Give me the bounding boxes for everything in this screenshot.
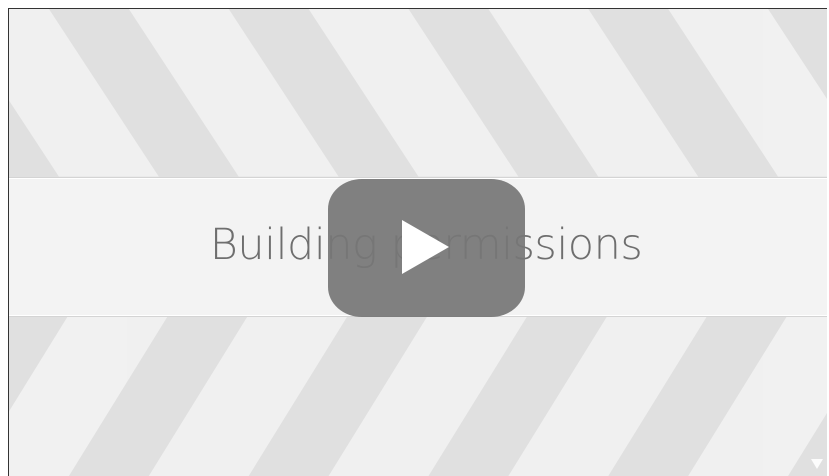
play-icon	[402, 220, 449, 274]
play-button[interactable]	[328, 179, 525, 317]
video-player[interactable]: Building permissions	[8, 8, 827, 476]
expand-triangle-icon[interactable]	[809, 456, 825, 472]
